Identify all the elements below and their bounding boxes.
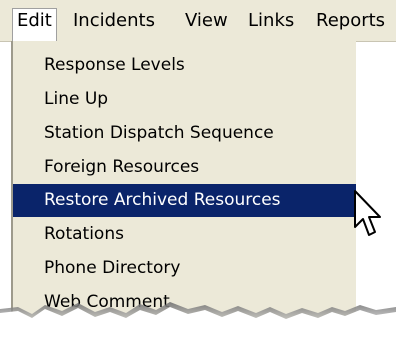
menu-bar: Edit Incidents View Links Reports bbox=[0, 0, 396, 42]
menu-incidents[interactable]: Incidents bbox=[69, 9, 159, 33]
menu-item-line-up[interactable]: Line Up bbox=[13, 83, 356, 116]
torn-edge-effect bbox=[0, 302, 396, 339]
mouse-pointer-icon bbox=[354, 190, 381, 236]
menu-view[interactable]: View bbox=[181, 9, 232, 33]
menu-item-phone-directory[interactable]: Phone Directory bbox=[13, 252, 356, 285]
menu-item-station-dispatch-sequence[interactable]: Station Dispatch Sequence bbox=[13, 117, 356, 150]
menu-item-response-levels[interactable]: Response Levels bbox=[13, 49, 356, 82]
menu-item-foreign-resources[interactable]: Foreign Resources bbox=[13, 151, 356, 184]
menu-links[interactable]: Links bbox=[244, 9, 298, 33]
menu-edit[interactable]: Edit bbox=[12, 8, 57, 42]
menu-item-rotations[interactable]: Rotations bbox=[13, 218, 356, 251]
menu-item-restore-archived-resources[interactable]: Restore Archived Resources bbox=[13, 184, 356, 217]
menu-reports[interactable]: Reports bbox=[312, 9, 389, 33]
